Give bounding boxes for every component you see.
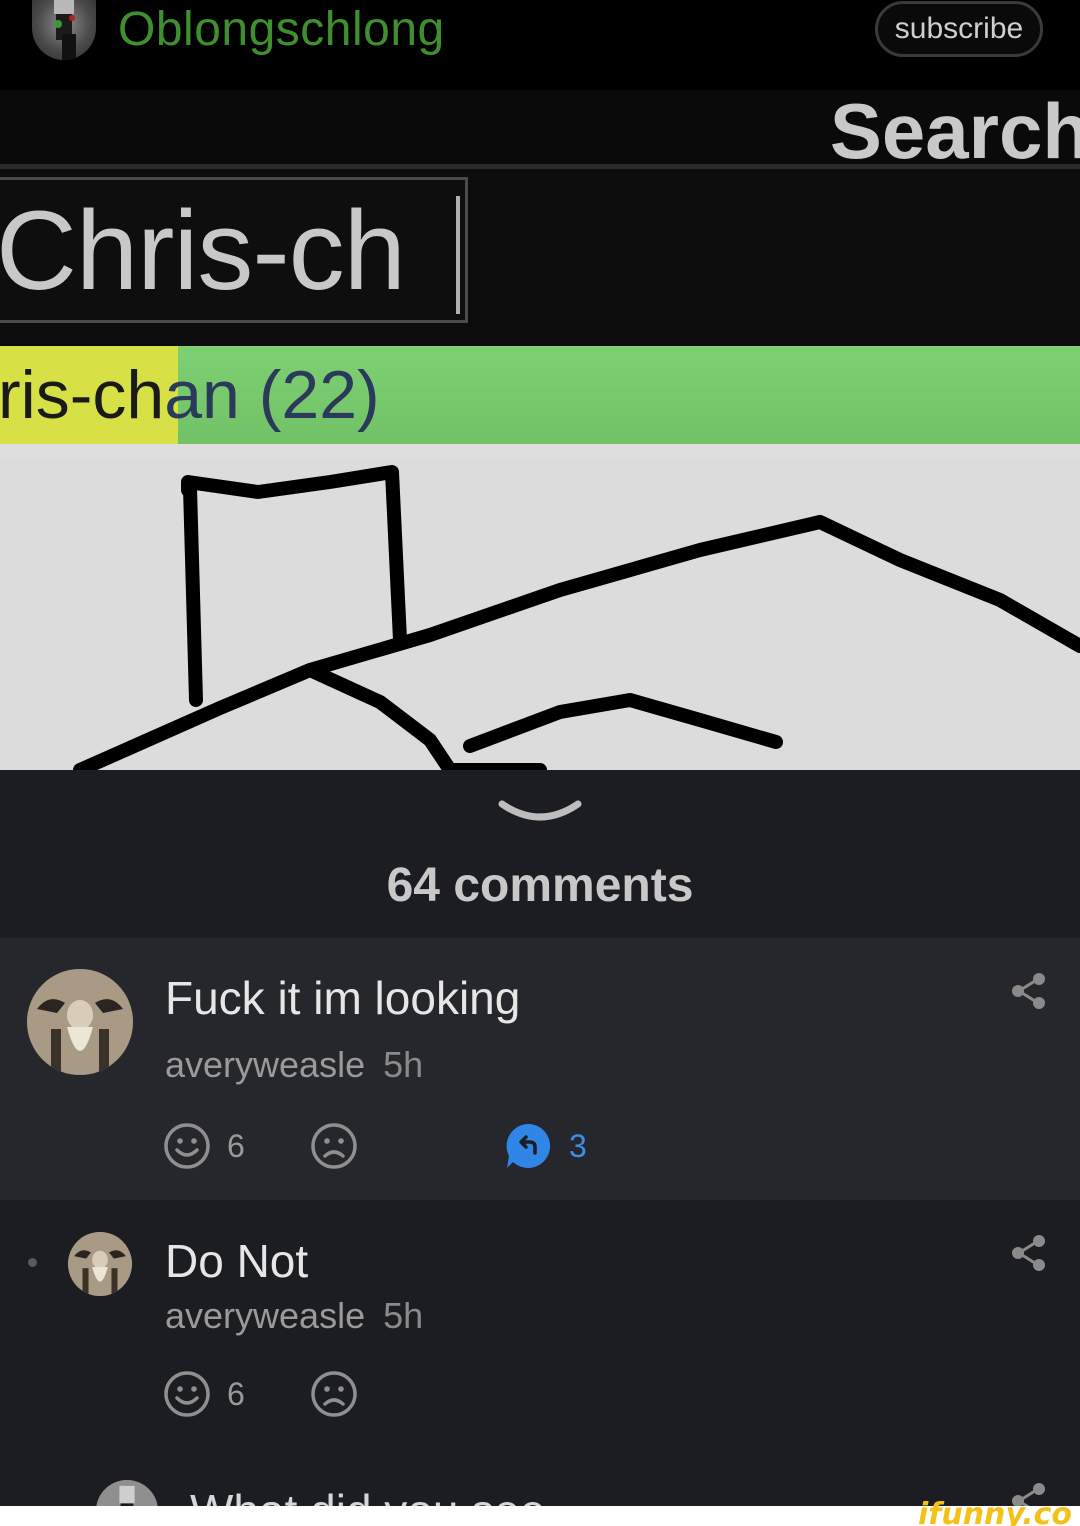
comment-text: Fuck it im looking bbox=[165, 972, 521, 1024]
image-input-text: Chris-ch bbox=[0, 188, 406, 313]
ifunny-watermark: ifunny.co bbox=[918, 1497, 1072, 1526]
comment-author[interactable]: averyweasle bbox=[165, 1295, 365, 1336]
avatar[interactable] bbox=[68, 1232, 132, 1296]
share-icon[interactable] bbox=[1010, 1234, 1048, 1272]
channel-bar: Oblongschlong subscribe bbox=[0, 0, 1080, 90]
chevron-down-icon[interactable] bbox=[496, 796, 584, 830]
thread-dot bbox=[28, 1258, 37, 1267]
reply-icon bbox=[506, 1123, 551, 1168]
image-result-text-head: ris-ch bbox=[0, 357, 165, 433]
frown-icon bbox=[311, 1123, 357, 1169]
comment-meta: averyweasle 5h bbox=[165, 1044, 423, 1086]
smile-icon bbox=[164, 1371, 210, 1417]
comment-item: Fuck it im looking averyweasle 5h 6 3 bbox=[0, 938, 1080, 1200]
avatar[interactable] bbox=[27, 969, 133, 1075]
image-search-bar: Search bbox=[0, 90, 1080, 175]
channel-name[interactable]: Oblongschlong bbox=[118, 2, 445, 57]
comment-time: 5h bbox=[383, 1295, 424, 1336]
replies-button[interactable]: 3 bbox=[505, 1122, 587, 1170]
dislike-button[interactable] bbox=[310, 1370, 358, 1418]
comment-item: Do Not averyweasle5h 6 What did you see bbox=[0, 1200, 1080, 1526]
image-input-box: Chris-ch bbox=[0, 177, 468, 323]
subscribe-button[interactable]: subscribe bbox=[875, 1, 1043, 57]
comment-text: Do Not bbox=[165, 1235, 309, 1287]
dislike-button[interactable] bbox=[310, 1122, 358, 1170]
image-input-caret bbox=[456, 196, 460, 314]
share-icon[interactable] bbox=[1010, 972, 1048, 1010]
comments-count: 64 comments bbox=[386, 859, 694, 912]
comment-time: 5h bbox=[383, 1044, 424, 1085]
image-result-text: ris-chan (22) bbox=[0, 356, 380, 434]
channel-avatar[interactable] bbox=[32, 0, 96, 60]
post-image[interactable]: Search Chris-ch ris-chan (22) bbox=[0, 90, 1080, 770]
like-count: 6 bbox=[227, 1127, 245, 1164]
like-button[interactable]: 6 bbox=[163, 1122, 245, 1170]
comments-header: 64 comments bbox=[0, 770, 1080, 938]
frown-icon bbox=[311, 1371, 357, 1417]
like-count: 6 bbox=[227, 1375, 245, 1412]
image-result-row: ris-chan (22) bbox=[0, 346, 1080, 458]
image-sketch bbox=[73, 465, 1080, 770]
smile-icon bbox=[164, 1123, 210, 1169]
comment-author[interactable]: averyweasle bbox=[165, 1044, 365, 1085]
like-button[interactable]: 6 bbox=[163, 1370, 245, 1418]
image-result-text-tail: an (22) bbox=[164, 357, 380, 433]
reply-count: 3 bbox=[569, 1127, 587, 1164]
comment-meta: averyweasle 5h bbox=[165, 1295, 423, 1337]
